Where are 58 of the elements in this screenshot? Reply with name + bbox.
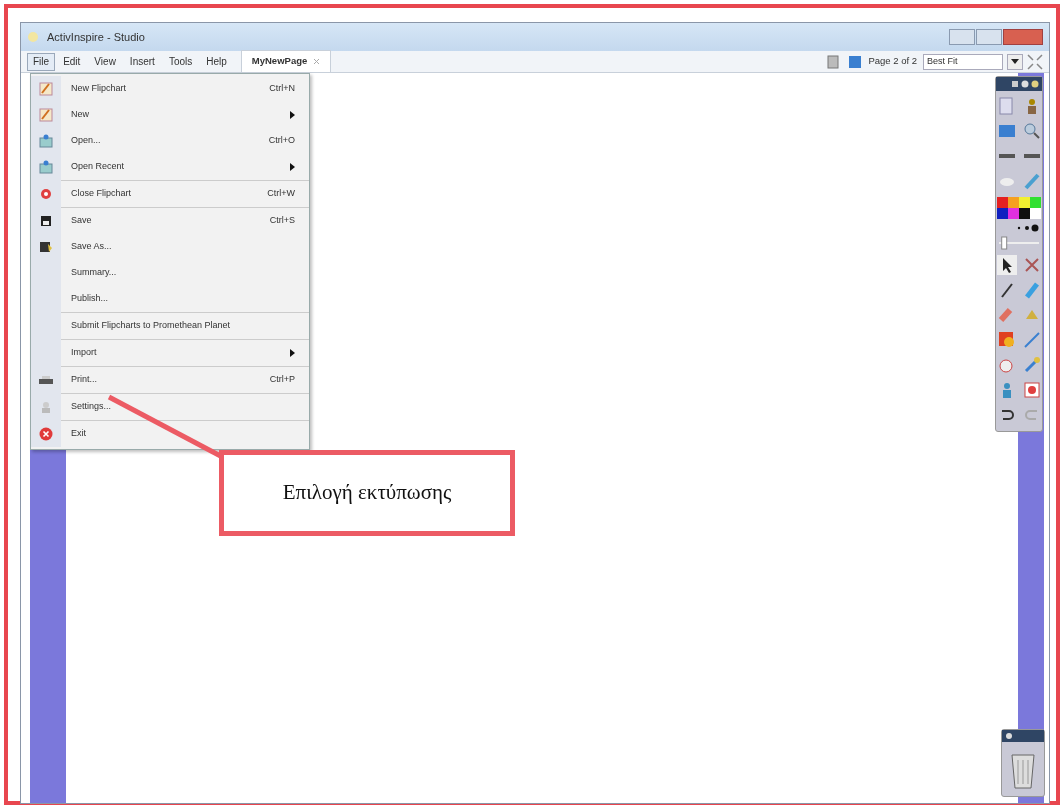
folder-icon xyxy=(38,159,54,175)
close-button[interactable] xyxy=(1003,29,1043,45)
shape-icon[interactable] xyxy=(996,330,1017,350)
menu-item[interactable]: Open... Ctrl+O xyxy=(31,128,309,154)
color-swatch[interactable] xyxy=(1030,197,1041,208)
menu-item[interactable]: Insert xyxy=(123,52,161,71)
save-as-icon xyxy=(38,239,54,255)
window-title: ActivInspire - Studio xyxy=(47,29,145,45)
exit-icon xyxy=(38,426,54,442)
folder-icon xyxy=(38,133,54,149)
menu-icon[interactable] xyxy=(1011,80,1019,88)
caret-icon xyxy=(1011,59,1019,64)
color-swatch[interactable] xyxy=(997,197,1008,208)
magnifier-icon[interactable] xyxy=(1021,121,1042,141)
save-icon xyxy=(38,213,54,229)
close-icon xyxy=(38,186,54,202)
flipchart-icon xyxy=(38,81,54,97)
menu-item[interactable]: Open Recent xyxy=(31,154,309,180)
color-swatch[interactable] xyxy=(1019,208,1030,219)
menu-item[interactable]: Exit xyxy=(31,421,309,447)
minimize-button[interactable] xyxy=(949,29,975,45)
menu-item[interactable]: Edit xyxy=(57,52,87,71)
menu-item[interactable]: Import xyxy=(31,340,309,366)
color-swatch[interactable] xyxy=(997,208,1008,219)
color-swatch[interactable] xyxy=(1030,208,1041,219)
menu-item[interactable]: File xyxy=(27,52,56,71)
pointer-icon[interactable] xyxy=(996,255,1017,275)
callout-text: Επιλογή εκτύπωσης xyxy=(282,479,452,507)
page-indicator: Page 2 of 2 xyxy=(868,54,917,69)
menu-item[interactable]: Save As... xyxy=(31,234,309,260)
page-sorter-icon[interactable] xyxy=(848,54,863,69)
menu-item[interactable]: Close Flipchart Ctrl+W xyxy=(31,181,309,207)
app-icon xyxy=(27,31,39,43)
menu-item[interactable]: Publish... xyxy=(31,286,309,312)
zoom-dropdown[interactable]: Best Fit xyxy=(923,53,1003,70)
menu-item[interactable]: Settings... xyxy=(31,394,309,420)
pin-icon[interactable] xyxy=(1005,732,1013,740)
pin-icon[interactable] xyxy=(1031,80,1039,88)
maximize-button[interactable] xyxy=(976,29,1002,45)
minimize-icon[interactable] xyxy=(1021,80,1029,88)
width-slider[interactable] xyxy=(999,236,1039,250)
color-swatch[interactable] xyxy=(1019,197,1030,208)
flipchart-icon xyxy=(38,107,54,123)
color-swatch[interactable] xyxy=(1008,208,1019,219)
menu-item[interactable]: New Flipchart Ctrl+N xyxy=(31,76,309,102)
menu-item[interactable]: Save Ctrl+S xyxy=(31,208,309,234)
close-icon[interactable] xyxy=(313,58,321,65)
menu-item[interactable]: Summary... xyxy=(31,260,309,286)
page-icon[interactable] xyxy=(826,54,841,69)
menu-item[interactable]: View xyxy=(88,52,122,71)
menu-item[interactable]: Print... Ctrl+P xyxy=(31,367,309,393)
menu-item[interactable]: Help xyxy=(200,52,233,71)
dropdown-button[interactable] xyxy=(1007,53,1023,70)
menu-item[interactable]: New xyxy=(31,102,309,128)
page-tab[interactable]: MyNewPage xyxy=(240,50,332,73)
menu-item[interactable]: Tools xyxy=(162,52,199,71)
color-swatch[interactable] xyxy=(1008,197,1019,208)
menu-item[interactable]: Submit Flipcharts to Promethean Planet xyxy=(31,313,309,339)
